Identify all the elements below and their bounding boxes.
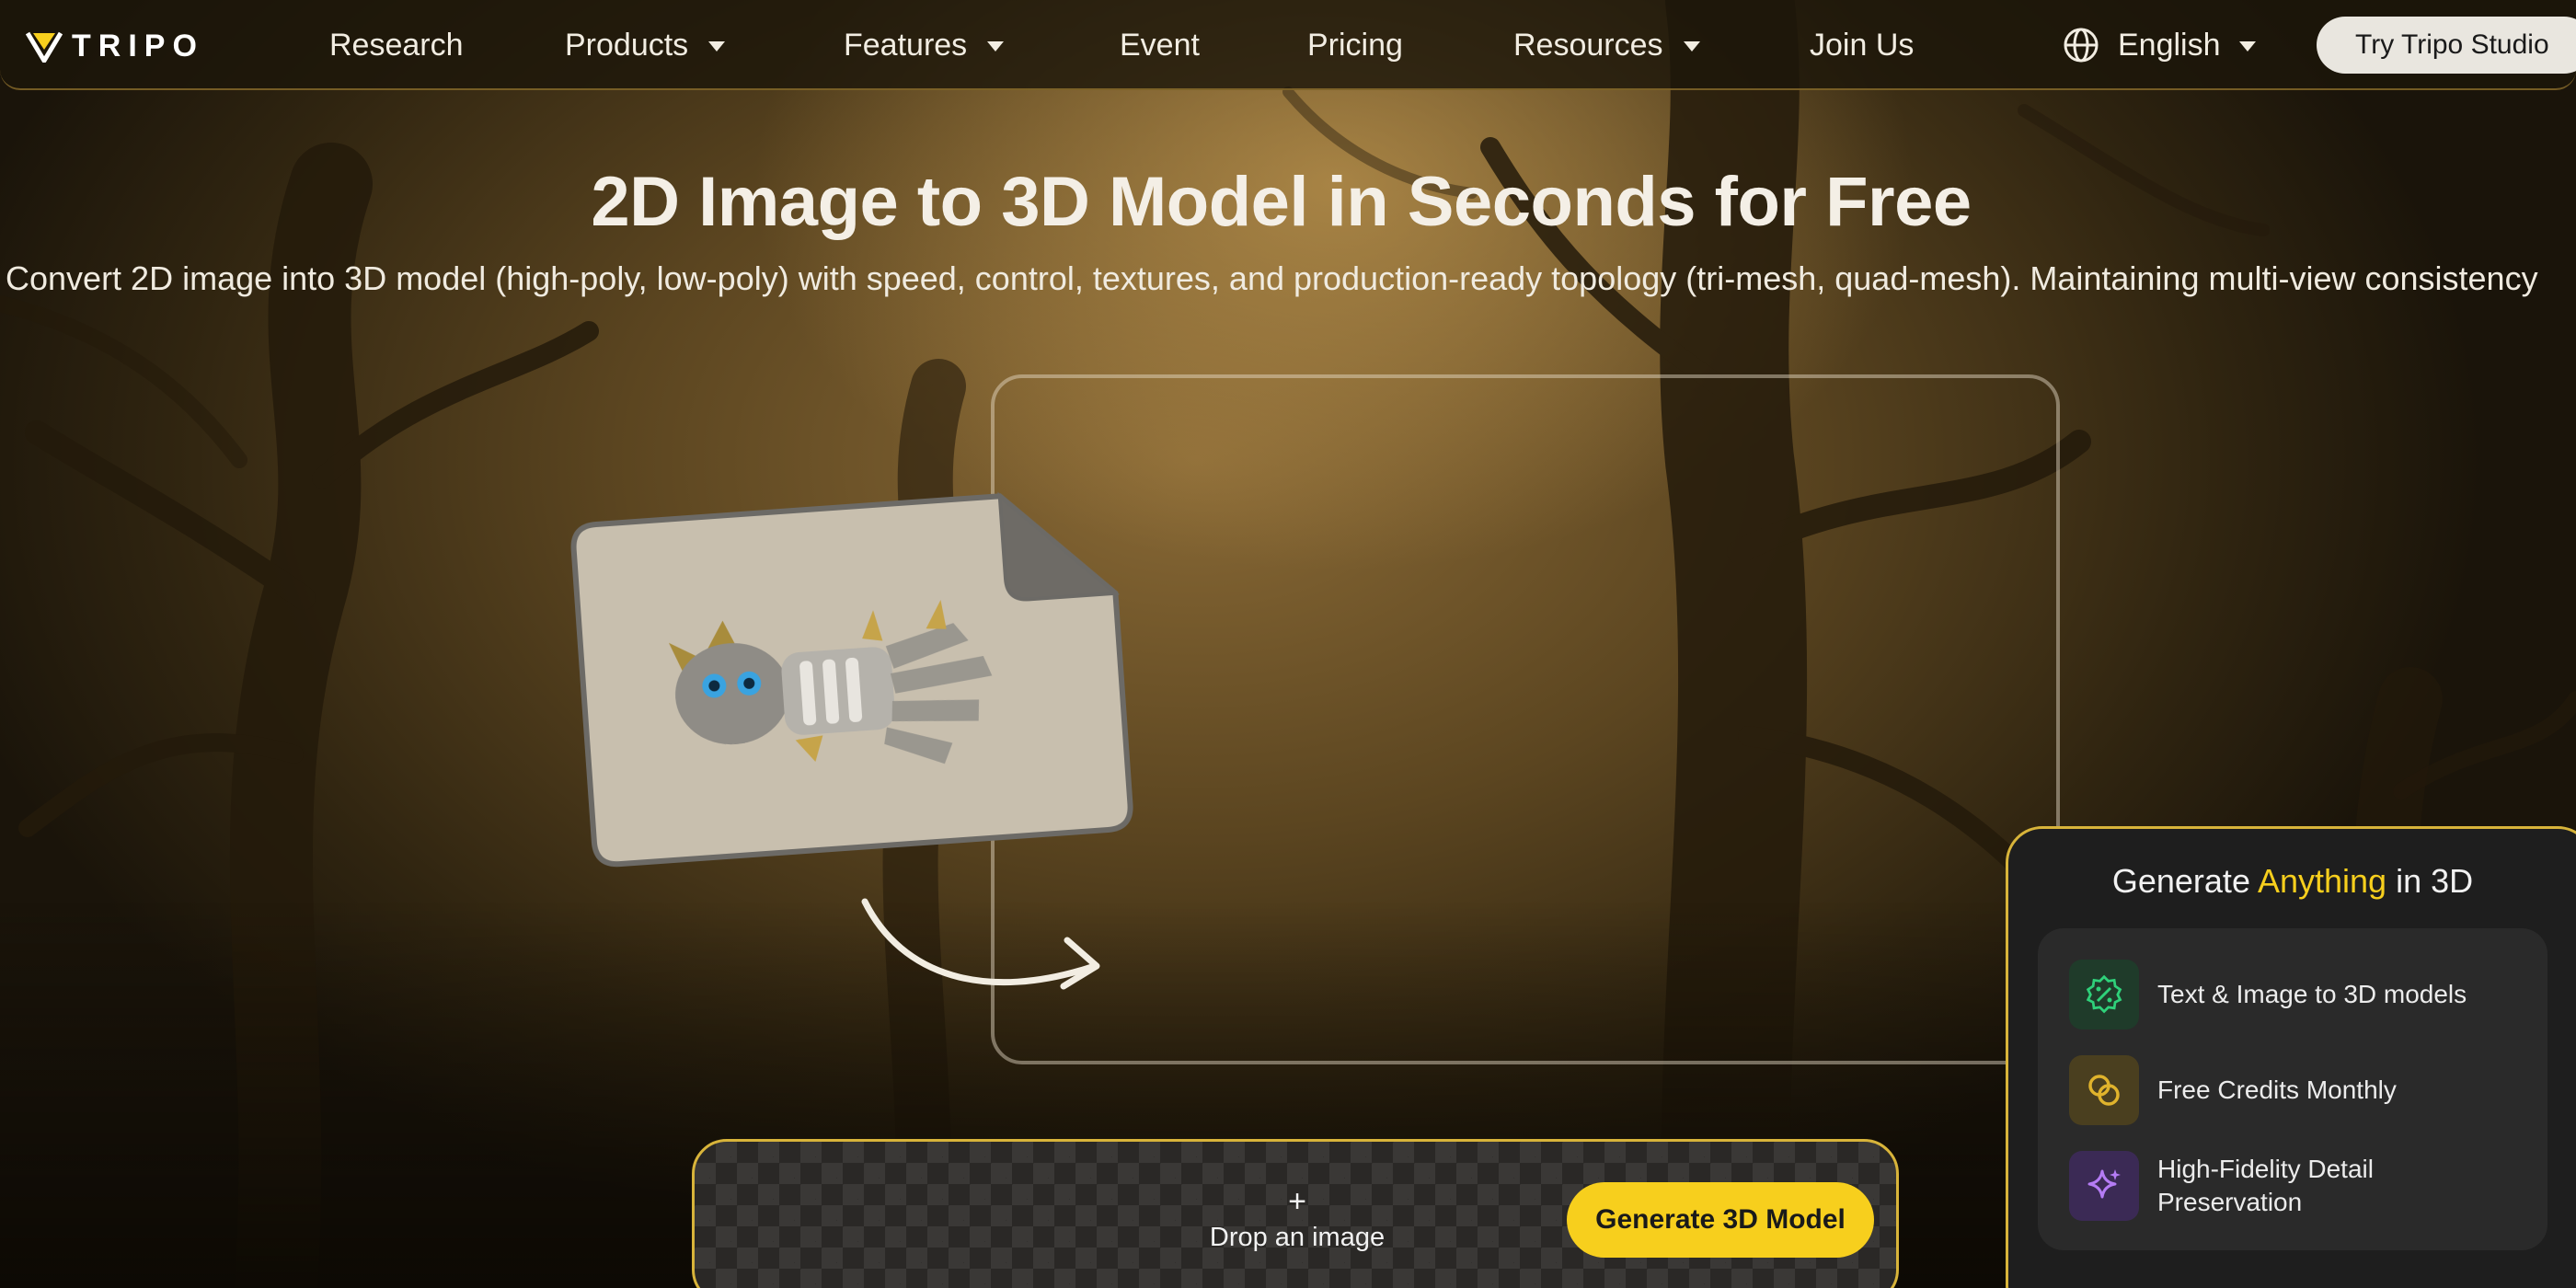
- promo-panel: Generate Anything in 3D Text & Image to …: [2006, 826, 2576, 1288]
- globe-icon: [2064, 28, 2099, 63]
- drop-image-label: Drop an image: [1209, 1223, 1386, 1252]
- promo-feature-list: Text & Image to 3D models Free Credits M…: [2038, 928, 2547, 1250]
- caret-down-icon: [987, 41, 1005, 52]
- sample-image-card: [568, 483, 1135, 869]
- language-selector[interactable]: English: [2063, 26, 2256, 64]
- nav-item-resources[interactable]: Resources: [1513, 26, 1700, 64]
- coins-icon: [2069, 1055, 2139, 1125]
- plus-icon: +: [1288, 1184, 1306, 1219]
- nav-item-products[interactable]: Products: [565, 26, 726, 64]
- sparkles-icon: [2069, 1151, 2139, 1221]
- nav-item-research[interactable]: Research: [329, 26, 464, 64]
- nav-item-features[interactable]: Features: [844, 26, 1005, 64]
- image-upload-bar: + Drop an image Generate 3D Model: [692, 1139, 1899, 1288]
- caret-down-icon: [708, 41, 726, 52]
- page-subtitle: Convert 2D image into 3D model (high-pol…: [6, 259, 2538, 297]
- nav-label: Products: [565, 27, 689, 63]
- nav-label: Pricing: [1307, 27, 1403, 63]
- nav-label: Research: [329, 27, 464, 63]
- feature-label: High-Fidelity Detail Preservation: [2157, 1155, 2374, 1216]
- nav-item-event[interactable]: Event: [1120, 26, 1200, 64]
- nav-item-pricing[interactable]: Pricing: [1307, 26, 1403, 64]
- language-label: English: [2118, 27, 2221, 63]
- promo-title-accent: Anything: [2257, 862, 2387, 900]
- generate-3d-model-button[interactable]: Generate 3D Model: [1567, 1182, 1874, 1258]
- promo-title-part: Generate: [2111, 862, 2258, 900]
- nav-label: Resources: [1513, 27, 1663, 63]
- feature-label: Free Credits Monthly: [2157, 1075, 2397, 1104]
- list-item: Free Credits Monthly: [2069, 1055, 2529, 1125]
- image-drop-zone[interactable]: + Drop an image: [1155, 1186, 1440, 1263]
- tripo-logo[interactable]: TRIPO: [26, 28, 204, 64]
- nav-label: Event: [1120, 27, 1200, 63]
- nav-item-join-us[interactable]: Join Us: [1810, 26, 1914, 64]
- caret-down-icon: [2238, 41, 2256, 52]
- logo-wordmark: TRIPO: [72, 28, 204, 63]
- promo-title: Generate Anything in 3D: [2008, 862, 2576, 901]
- nav-label: Features: [844, 27, 968, 63]
- page-title: 2D Image to 3D Model in Seconds for Free: [0, 162, 2576, 242]
- try-tripo-studio-button[interactable]: Try Tripo Studio: [2317, 17, 2576, 74]
- caret-down-icon: [1683, 41, 1700, 52]
- page-title-text: 2D Image to 3D Model in Seconds for Free: [591, 163, 1972, 241]
- nav-label: Join Us: [1810, 27, 1915, 63]
- top-navigation: TRIPO Research Products Features Event P…: [0, 0, 2576, 90]
- list-item: High-Fidelity Detail Preservation: [2069, 1151, 2529, 1221]
- promo-title-part: in 3D: [2386, 862, 2474, 900]
- model-preview-frame: [991, 374, 2060, 1064]
- tripo-mark-icon: [26, 31, 63, 63]
- list-item: Text & Image to 3D models: [2069, 960, 2529, 1029]
- curved-arrow-icon: [861, 898, 1100, 990]
- badge-percent-icon: [2069, 960, 2139, 1029]
- feature-label: Text & Image to 3D models: [2157, 980, 2467, 1008]
- gauntlet-image: [570, 491, 1133, 868]
